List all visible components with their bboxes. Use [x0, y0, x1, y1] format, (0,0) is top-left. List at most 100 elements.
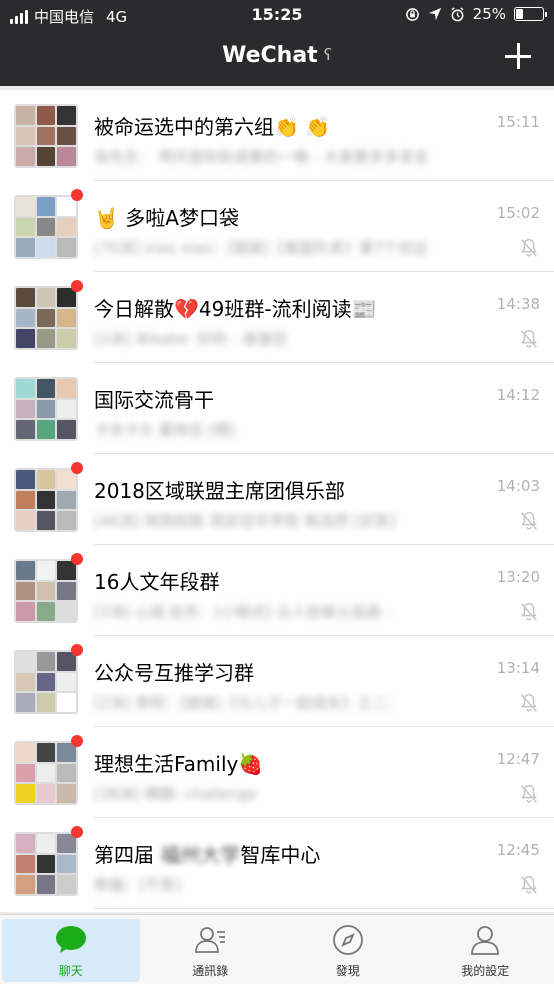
status-bar: 中国电信 4G 15:25 25%: [0, 0, 554, 30]
chat-time: 12:45: [496, 841, 540, 859]
rotation-lock-icon: [405, 7, 419, 21]
chat-title: 公众号互推学习群: [94, 661, 254, 685]
unread-dot-badge: [71, 826, 83, 838]
avatar-tile: [16, 511, 35, 530]
unread-dot-badge: [71, 553, 83, 565]
unread-dot-badge: [71, 735, 83, 747]
avatar-tile: [16, 470, 35, 489]
chat-row[interactable]: 公众号互推学习群 13:14 [2消] 李阳：[链接]《与儿子一起成长》之二：: [0, 636, 554, 727]
chat-preview: 张先生： 明天是轮轮成果的一晚 - 大家要多多发言: [94, 148, 429, 166]
muted-bell-icon: [521, 512, 537, 530]
muted-bell-icon: [521, 603, 537, 621]
tab-label: 聊天: [58, 964, 83, 978]
chat-row[interactable]: 国际交流骨干 14:12 卡夫卡大 翟林志 [晒]: [0, 363, 554, 454]
tab-contacts[interactable]: 通訊錄: [142, 915, 280, 984]
avatar-tile: [57, 581, 76, 601]
group-avatar: [14, 104, 78, 168]
status-right: 25%: [405, 5, 547, 23]
avatar-tile: [36, 379, 56, 398]
avatar-tile: [36, 420, 56, 439]
page-title: WeChat: [222, 43, 318, 68]
avatar-tile: [16, 784, 35, 803]
avatar-tile: [36, 470, 56, 489]
avatar-tile: [16, 308, 35, 328]
avatar-tile: [36, 875, 56, 894]
chat-title-part: 福州大学: [160, 843, 241, 867]
tab-label: 通訊錄: [192, 964, 229, 978]
chat-row[interactable]: 🤘 多啦A梦口袋 15:02 [70消] xiao xiao：[链接]《美国外卖》第…: [0, 181, 554, 272]
nav-bar: WeChat ʕ: [0, 30, 554, 86]
group-avatar: [14, 195, 78, 259]
tab-discover[interactable]: 發現: [279, 915, 417, 984]
avatar-tile: [36, 784, 56, 803]
group-avatar: [14, 468, 78, 532]
avatar-tile: [16, 420, 35, 439]
avatar-tile: [57, 329, 76, 348]
location-arrow-icon: [428, 7, 441, 21]
chat-time: 12:47: [496, 750, 540, 768]
tab-chats[interactable]: 聊天: [2, 919, 140, 982]
chat-row[interactable]: 第四届 福州大学智库中心 12:45 熊猫：[不笑]: [0, 818, 554, 909]
chat-row[interactable]: 被命运选中的第六组👏 👏 15:11 张先生： 明天是轮轮成果的一晚 - 大家要多多…: [0, 90, 554, 181]
battery-percent: 25%: [472, 5, 506, 23]
chat-title-part: 智库中心: [240, 843, 321, 867]
unread-dot-badge: [71, 280, 83, 292]
avatar-tile: [16, 217, 35, 237]
avatar-tile: [16, 561, 35, 580]
avatar-tile: [57, 875, 76, 894]
chat-preview: [46消] 陕西校联 西安培华学院 杨浩然 [好笑]: [94, 512, 396, 530]
avatar-tile: [16, 581, 35, 601]
avatar-tile: [36, 329, 56, 348]
chat-row[interactable]: 今日解散💔49班群-流利阅读📰 14:38 [2消] 米babe: 好的 - 谢谢您: [0, 272, 554, 363]
avatar-tile: [57, 672, 76, 692]
nav-title-wrap: WeChat ʕ: [0, 43, 554, 68]
battery-fill: [516, 9, 523, 19]
ear-icon: ʕ: [323, 45, 332, 64]
chat-preview: [2消] 李阳：[链接]《与儿子一起成长》之二：: [94, 694, 402, 712]
chat-row[interactable]: 16人文年段群 13:20 [3消] 心瑶 赵东：[小程式] 众人拾柴火焰高 -: [0, 545, 554, 636]
group-avatar: [14, 650, 78, 714]
avatar-tile: [57, 106, 76, 125]
avatar-tile: [16, 834, 35, 853]
avatar-tile: [16, 126, 35, 146]
avatar-tile: [57, 238, 76, 257]
avatar-tile: [16, 672, 35, 692]
chat-row[interactable]: 理想生活Family🍓 12:47 [38消] 晴朗: challenge: [0, 727, 554, 818]
avatar-tile: [16, 763, 35, 783]
avatar-tile: [36, 288, 56, 307]
chat-title: 理想生活Family🍓: [94, 752, 264, 776]
chat-time: 14:12: [496, 386, 540, 404]
avatar-tile: [57, 693, 76, 712]
avatar-tile: [57, 379, 76, 398]
add-button[interactable]: [502, 40, 534, 72]
chat-preview: [2消] 米babe: 好的 - 谢谢您: [94, 330, 288, 348]
compass-icon: [332, 925, 363, 955]
avatar-tile: [36, 126, 56, 146]
avatar-tile: [57, 511, 76, 530]
tab-me[interactable]: 我的設定: [417, 915, 554, 984]
avatar-tile: [36, 106, 56, 125]
avatar-tile: [57, 399, 76, 419]
avatar-tile: [36, 197, 56, 216]
alarm-icon: [451, 6, 464, 21]
chat-time: 14:38: [496, 295, 540, 313]
avatar-tile: [16, 379, 35, 398]
chat-title: 今日解散💔49班群-流利阅读📰: [94, 297, 377, 321]
tab-bar: 聊天 通訊錄 發現 我的設定: [0, 914, 554, 984]
chat-time: 15:11: [496, 113, 540, 131]
avatar-tile: [57, 217, 76, 237]
chat-row[interactable]: 2018区域联盟主席团俱乐部 14:03 [46消] 陕西校联 西安培华学院 杨浩然…: [0, 454, 554, 545]
avatar-tile: [16, 197, 35, 216]
avatar-tile: [36, 217, 56, 237]
battery-icon: [514, 7, 547, 21]
muted-bell-icon: [521, 876, 537, 894]
tab-label: 我的設定: [461, 964, 510, 978]
chat-time: 15:02: [496, 204, 540, 222]
avatar-tile: [36, 743, 56, 762]
chat-preview: [3消] 心瑶 赵东：[小程式] 众人拾柴火焰高 -: [94, 603, 392, 621]
avatar-tile: [57, 602, 76, 621]
avatar-tile: [16, 106, 35, 125]
chat-bubble-icon: [55, 926, 86, 953]
avatar-tile: [57, 490, 76, 510]
avatar-tile: [16, 238, 35, 257]
